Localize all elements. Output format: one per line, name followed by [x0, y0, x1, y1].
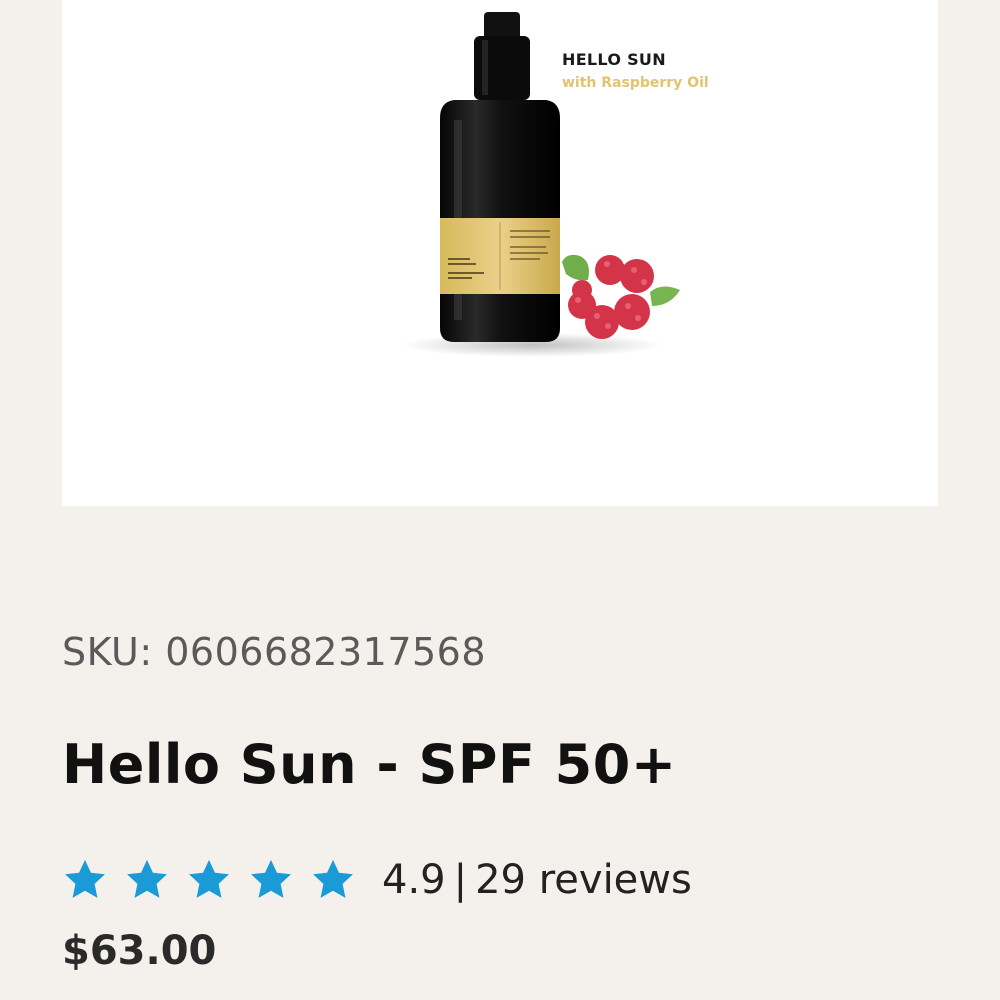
star-icon [313, 859, 353, 898]
star-rating [62, 857, 356, 903]
image-subtitle-text: with Raspberry Oil [562, 75, 709, 91]
product-title: Hello Sun - SPF 50+ [62, 733, 677, 796]
sku-label: SKU: [62, 630, 153, 674]
star-icon [127, 859, 167, 898]
product-image[interactable]: HELLO SUN with Raspberry Oil [62, 0, 938, 506]
rating-separator: | [453, 857, 468, 903]
star-icon [65, 859, 105, 898]
rating-summary[interactable]: 4.9 | 29 reviews [382, 857, 692, 903]
image-title-text: HELLO SUN [562, 50, 666, 69]
product-page: HELLO SUN with Raspberry Oil SKU: 060668… [0, 0, 1000, 1000]
product-sku: SKU: 0606682317568 [62, 630, 486, 674]
star-icon [251, 859, 291, 898]
rating-row[interactable]: 4.9 | 29 reviews [62, 852, 692, 908]
sku-value: 0606682317568 [165, 630, 487, 674]
star-icon [189, 859, 229, 898]
rating-value: 4.9 [382, 857, 446, 903]
product-photo [402, 12, 680, 357]
review-count-link[interactable]: 29 reviews [475, 857, 692, 903]
product-price: $63.00 [62, 928, 217, 974]
